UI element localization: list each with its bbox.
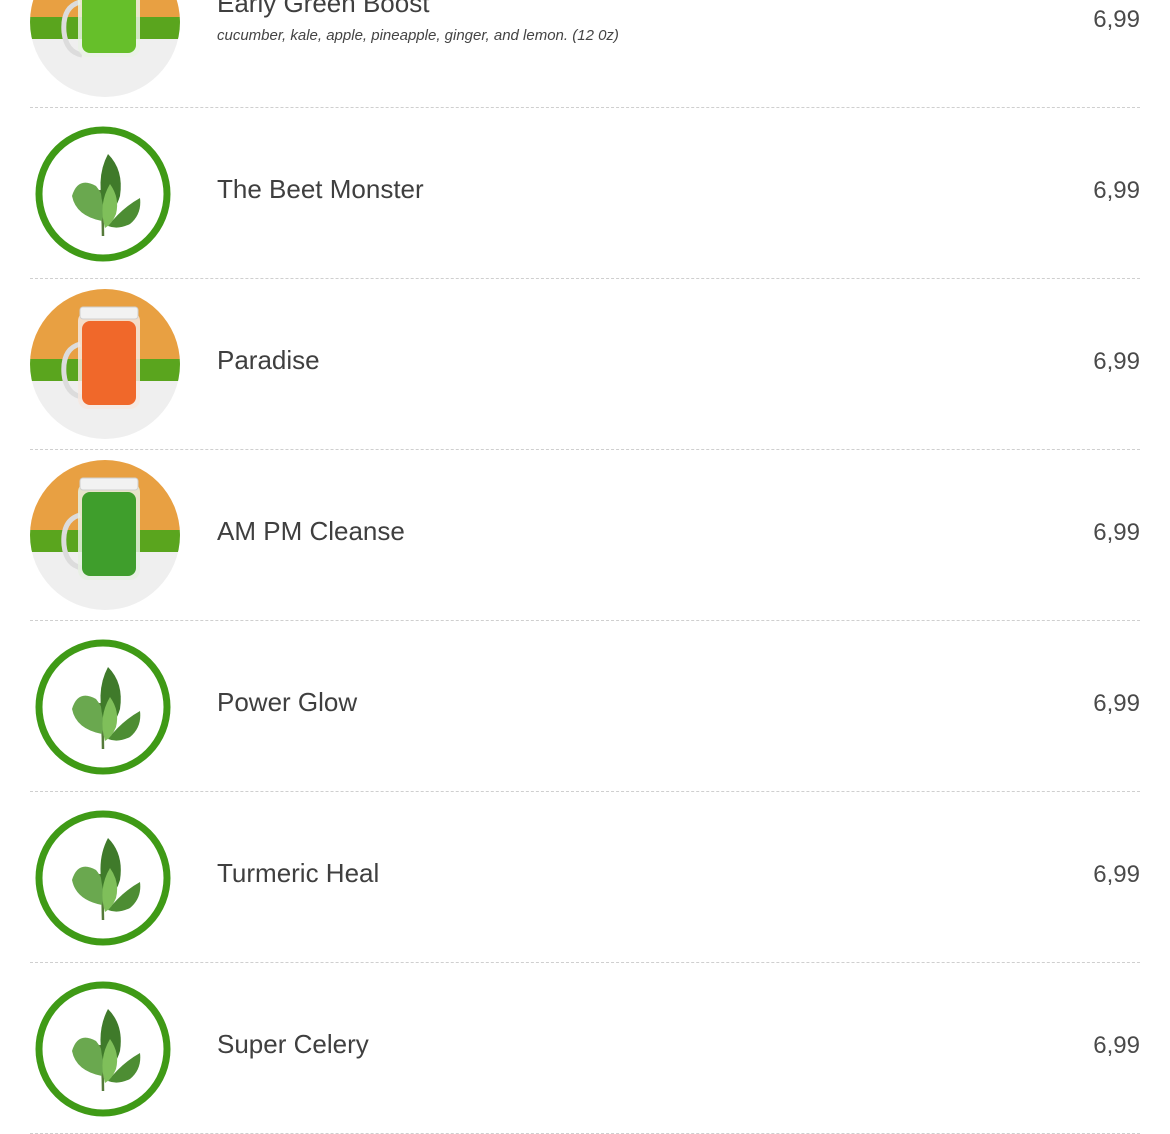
item-text: Turmeric Heal (217, 792, 1020, 962)
leaf-placeholder-icon (30, 802, 180, 952)
juice-photo (30, 289, 180, 439)
menu-item[interactable]: Power Glow 6,99 (30, 621, 1140, 792)
item-name: Paradise (217, 345, 320, 375)
item-name: AM PM Cleanse (217, 516, 405, 546)
item-price: 6,99 (1093, 348, 1140, 375)
menu-item[interactable]: Paradise 6,99 (30, 279, 1140, 450)
leaf-placeholder-icon (30, 631, 180, 781)
menu-item[interactable]: Turmeric Heal 6,99 (30, 792, 1140, 963)
item-price: 6,99 (1093, 177, 1140, 204)
item-text: AM PM Cleanse (217, 450, 1020, 620)
item-text: Power Glow (217, 621, 1020, 791)
item-name: Power Glow (217, 687, 358, 717)
leaf-placeholder-icon (30, 973, 180, 1123)
item-price: 6,99 (1093, 519, 1140, 546)
item-text: Paradise (217, 279, 1020, 449)
juice-photo (30, 0, 180, 97)
item-name: The Beet Monster (217, 174, 424, 204)
item-name: Super Celery (217, 1029, 369, 1059)
menu-item[interactable]: The Beet Monster 6,99 (30, 108, 1140, 279)
item-price: 6,99 (1093, 6, 1140, 33)
menu-item[interactable]: Early Green Boost cucumber, kale, apple,… (30, 0, 1140, 108)
item-price: 6,99 (1093, 861, 1140, 888)
item-description: cucumber, kale, apple, pineapple, ginger… (217, 27, 619, 44)
menu-list: Early Green Boost cucumber, kale, apple,… (30, 0, 1140, 1134)
item-name: Turmeric Heal (217, 858, 380, 888)
item-price: 6,99 (1093, 690, 1140, 717)
item-text: Early Green Boost cucumber, kale, apple,… (217, 0, 1020, 107)
item-name: Early Green Boost (217, 0, 430, 18)
leaf-placeholder-icon (30, 118, 180, 268)
item-text: Super Celery (217, 963, 1020, 1133)
juice-photo (30, 460, 180, 610)
menu-item[interactable]: Super Celery 6,99 (30, 963, 1140, 1134)
menu-item[interactable]: AM PM Cleanse 6,99 (30, 450, 1140, 621)
item-text: The Beet Monster (217, 108, 1020, 278)
item-price: 6,99 (1093, 1032, 1140, 1059)
